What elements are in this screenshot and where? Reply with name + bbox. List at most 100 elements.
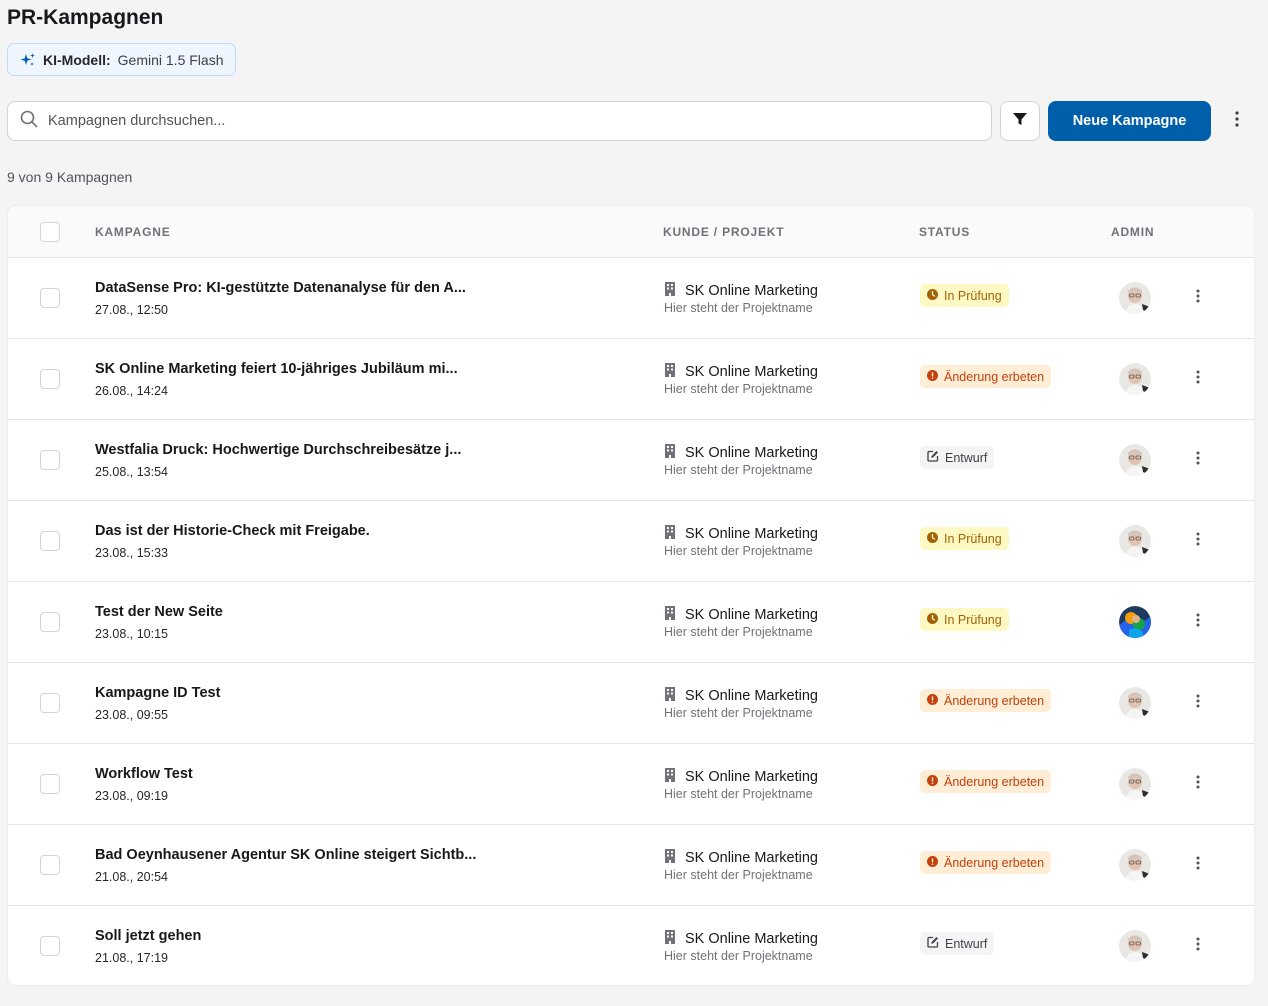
admin-avatar[interactable] bbox=[1119, 768, 1151, 800]
client-name: SK Online Marketing bbox=[664, 930, 818, 948]
campaign-title[interactable]: Soll jetzt gehen bbox=[95, 928, 201, 944]
status-change-icon bbox=[927, 855, 938, 870]
toolbar: Neue Kampagne bbox=[7, 101, 1268, 141]
sparkles-icon bbox=[20, 52, 36, 68]
admin-avatar[interactable] bbox=[1119, 363, 1151, 395]
status-label: Entwurf bbox=[945, 450, 988, 465]
client-label: SK Online Marketing bbox=[685, 364, 818, 380]
table-body: DataSense Pro: KI-gestützte Datenanalyse… bbox=[8, 258, 1254, 985]
client-name: SK Online Marketing bbox=[664, 444, 818, 462]
status-change-icon bbox=[927, 369, 938, 384]
building-icon bbox=[664, 444, 676, 462]
client-name: SK Online Marketing bbox=[664, 363, 818, 381]
client-label: SK Online Marketing bbox=[685, 607, 818, 623]
header-client-project: KUNDE / PROJEKT bbox=[663, 225, 785, 239]
row-checkbox[interactable] bbox=[40, 936, 60, 956]
vertical-dots-icon bbox=[1196, 775, 1200, 794]
select-all-checkbox[interactable] bbox=[40, 222, 60, 242]
row-more-button[interactable] bbox=[1188, 612, 1208, 632]
status-badge: In Prüfung bbox=[920, 608, 1009, 631]
filter-button[interactable] bbox=[1000, 101, 1040, 141]
row-more-button[interactable] bbox=[1188, 369, 1208, 389]
client-name: SK Online Marketing bbox=[664, 849, 818, 867]
project-name: Hier steht der Projektname bbox=[664, 706, 813, 720]
campaign-title[interactable]: Bad Oeynhausener Agentur SK Online steig… bbox=[95, 847, 476, 863]
row-checkbox[interactable] bbox=[40, 288, 60, 308]
project-name: Hier steht der Projektname bbox=[664, 787, 813, 801]
row-checkbox[interactable] bbox=[40, 450, 60, 470]
row-checkbox[interactable] bbox=[40, 369, 60, 389]
row-more-button[interactable] bbox=[1188, 531, 1208, 551]
table-row[interactable]: Bad Oeynhausener Agentur SK Online steig… bbox=[8, 825, 1254, 906]
admin-avatar[interactable] bbox=[1119, 930, 1151, 962]
row-more-button[interactable] bbox=[1188, 450, 1208, 470]
campaign-date: 23.08., 09:19 bbox=[95, 789, 168, 803]
table-row[interactable]: SK Online Marketing feiert 10-jähriges J… bbox=[8, 339, 1254, 420]
status-badge: In Prüfung bbox=[920, 527, 1009, 550]
admin-avatar[interactable] bbox=[1119, 606, 1151, 638]
admin-avatar[interactable] bbox=[1119, 282, 1151, 314]
status-badge: Änderung erbeten bbox=[920, 689, 1052, 712]
row-checkbox[interactable] bbox=[40, 855, 60, 875]
status-label: Entwurf bbox=[945, 936, 988, 951]
building-icon bbox=[664, 849, 676, 867]
status-label: Änderung erbeten bbox=[944, 774, 1045, 789]
admin-avatar[interactable] bbox=[1119, 525, 1151, 557]
row-checkbox[interactable] bbox=[40, 774, 60, 794]
client-label: SK Online Marketing bbox=[685, 769, 818, 785]
vertical-dots-icon bbox=[1196, 613, 1200, 632]
row-more-button[interactable] bbox=[1188, 936, 1208, 956]
table-row[interactable]: Test der New Seite 23.08., 10:15 SK Onli… bbox=[8, 582, 1254, 663]
table-row[interactable]: DataSense Pro: KI-gestützte Datenanalyse… bbox=[8, 258, 1254, 339]
project-name: Hier steht der Projektname bbox=[664, 301, 813, 315]
header-campaign: KAMPAGNE bbox=[95, 225, 171, 239]
row-more-button[interactable] bbox=[1188, 288, 1208, 308]
client-label: SK Online Marketing bbox=[685, 931, 818, 947]
vertical-dots-icon bbox=[1196, 451, 1200, 470]
campaign-title[interactable]: Westfalia Druck: Hochwertige Durchschrei… bbox=[95, 442, 461, 458]
admin-avatar[interactable] bbox=[1119, 849, 1151, 881]
client-label: SK Online Marketing bbox=[685, 283, 818, 299]
table-row[interactable]: Das ist der Historie-Check mit Freigabe.… bbox=[8, 501, 1254, 582]
row-checkbox[interactable] bbox=[40, 531, 60, 551]
project-name: Hier steht der Projektname bbox=[664, 382, 813, 396]
building-icon bbox=[664, 282, 676, 300]
status-label: In Prüfung bbox=[944, 612, 1002, 627]
campaign-table: KAMPAGNE KUNDE / PROJEKT STATUS ADMIN Da… bbox=[7, 205, 1255, 986]
campaign-title[interactable]: DataSense Pro: KI-gestützte Datenanalyse… bbox=[95, 280, 466, 296]
row-checkbox[interactable] bbox=[40, 693, 60, 713]
search-input[interactable] bbox=[48, 113, 948, 129]
row-more-button[interactable] bbox=[1188, 774, 1208, 794]
ai-model-value: Gemini 1.5 Flash bbox=[117, 51, 224, 68]
table-header: KAMPAGNE KUNDE / PROJEKT STATUS ADMIN bbox=[8, 206, 1254, 258]
status-review-icon bbox=[927, 531, 938, 546]
vertical-dots-icon bbox=[1196, 532, 1200, 551]
building-icon bbox=[664, 525, 676, 543]
campaign-title[interactable]: Das ist der Historie-Check mit Freigabe. bbox=[95, 523, 370, 539]
new-campaign-button[interactable]: Neue Kampagne bbox=[1048, 101, 1211, 141]
building-icon bbox=[664, 768, 676, 786]
table-row[interactable]: Soll jetzt gehen 21.08., 17:19 SK Online… bbox=[8, 906, 1254, 985]
table-row[interactable]: Westfalia Druck: Hochwertige Durchschrei… bbox=[8, 420, 1254, 501]
campaign-title[interactable]: Workflow Test bbox=[95, 766, 193, 782]
campaign-date: 25.08., 13:54 bbox=[95, 465, 168, 479]
status-badge: Entwurf bbox=[920, 932, 995, 955]
admin-avatar[interactable] bbox=[1119, 444, 1151, 476]
status-label: Änderung erbeten bbox=[944, 369, 1045, 384]
admin-avatar[interactable] bbox=[1119, 687, 1151, 719]
campaign-title[interactable]: Kampagne ID Test bbox=[95, 685, 220, 701]
table-row[interactable]: Kampagne ID Test 23.08., 09:55 SK Online… bbox=[8, 663, 1254, 744]
ai-model-badge[interactable]: KI-Modell: Gemini 1.5 Flash bbox=[7, 43, 237, 76]
campaign-date: 26.08., 14:24 bbox=[95, 384, 168, 398]
row-more-button[interactable] bbox=[1188, 855, 1208, 875]
campaign-title[interactable]: SK Online Marketing feiert 10-jähriges J… bbox=[95, 361, 458, 377]
more-options-button[interactable] bbox=[1225, 109, 1249, 133]
vertical-dots-icon bbox=[1235, 110, 1239, 132]
search-box[interactable] bbox=[7, 101, 992, 141]
filter-icon bbox=[1012, 111, 1028, 132]
row-more-button[interactable] bbox=[1188, 693, 1208, 713]
campaign-date: 23.08., 10:15 bbox=[95, 627, 168, 641]
campaign-title[interactable]: Test der New Seite bbox=[95, 604, 223, 620]
row-checkbox[interactable] bbox=[40, 612, 60, 632]
table-row[interactable]: Workflow Test 23.08., 09:19 SK Online Ma… bbox=[8, 744, 1254, 825]
